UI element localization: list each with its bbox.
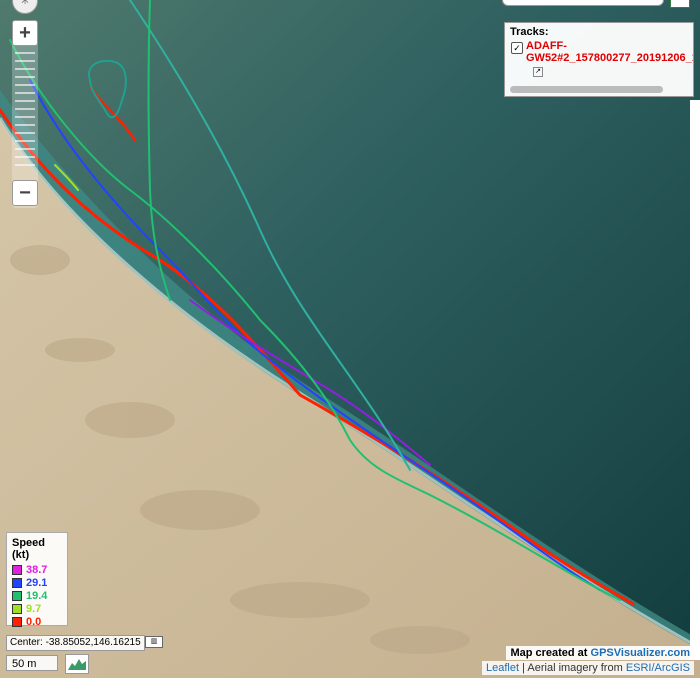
- legend-item: 38.7: [12, 563, 62, 576]
- zoom-level-tick[interactable]: [15, 84, 35, 86]
- layers-button[interactable]: [670, 0, 690, 8]
- track-row[interactable]: ✓ ADAFF- GW52#2_157800277_20191206_1: [510, 40, 693, 64]
- legend-title: Speed (kt): [12, 537, 46, 561]
- legend-item: 19.4: [12, 589, 62, 602]
- zoom-level-tick[interactable]: [15, 124, 35, 126]
- legend-value: 38.7: [26, 563, 48, 576]
- satellite-map[interactable]: [0, 0, 700, 678]
- track-name-line1: ADAFF-: [526, 40, 567, 52]
- zoom-level-tick[interactable]: [15, 100, 35, 102]
- zoom-level-tick[interactable]: [15, 60, 35, 62]
- zoom-level-tick[interactable]: [15, 156, 35, 158]
- external-link-icon[interactable]: ↗: [533, 67, 543, 77]
- legend-swatch: [12, 564, 22, 575]
- credit-prefix: Map created at: [510, 647, 591, 659]
- horizontal-scrollbar[interactable]: [510, 86, 663, 93]
- legend-value: 0.0: [26, 615, 42, 628]
- zoom-level-tick[interactable]: [15, 108, 35, 110]
- legend-item: 29.1: [12, 576, 62, 589]
- zoom-out-button[interactable]: −: [12, 180, 38, 206]
- legend-value: 29.1: [26, 576, 48, 589]
- scale-bar: 50 m: [6, 655, 58, 671]
- attribution-text: | Aerial imagery from: [519, 662, 626, 674]
- legend-item: 9.7: [12, 602, 62, 615]
- track-checkbox[interactable]: ✓: [511, 42, 523, 54]
- speed-legend: Speed (kt) 38.7 29.1 19.4 9.7 0.0: [6, 532, 68, 628]
- map-credit: Map created at GPSVisualizer.com: [506, 646, 694, 660]
- elevation-profile-icon[interactable]: [65, 654, 89, 674]
- zoom-level-tick[interactable]: [15, 52, 35, 54]
- legend-value: 19.4: [26, 589, 48, 602]
- legend-item: 0.0: [12, 615, 62, 628]
- track-name-link[interactable]: ADAFF- GW52#2_157800277_20191206_1: [526, 40, 694, 64]
- zoom-level-tick[interactable]: [15, 140, 35, 142]
- esri-link[interactable]: ESRI/ArcGIS: [626, 662, 690, 674]
- legend-swatch: [12, 590, 22, 601]
- attribution: Leaflet | Aerial imagery from ESRI/ArcGI…: [482, 661, 694, 675]
- zoom-level-tick[interactable]: [15, 132, 35, 134]
- zoom-level-tick[interactable]: [15, 116, 35, 118]
- zoom-level-tick[interactable]: [15, 68, 35, 70]
- center-coordinates: Center: -38.85052,146.16215: [6, 635, 145, 651]
- tracks-panel: Tracks: ✓ ADAFF- GW52#2_157800277_201912…: [504, 22, 694, 97]
- zoom-in-button[interactable]: +: [12, 20, 38, 46]
- leaflet-link[interactable]: Leaflet: [486, 662, 519, 674]
- zoom-level-tick[interactable]: [15, 164, 35, 166]
- legend-swatch: [12, 577, 22, 588]
- legend-swatch: [12, 603, 22, 614]
- ruler-icon[interactable]: ▥: [145, 636, 163, 648]
- zoom-level-tick[interactable]: [15, 92, 35, 94]
- track-name-line2: GW52#2_157800277_20191206_1: [526, 52, 694, 64]
- gpsvisualizer-link[interactable]: GPSVisualizer.com: [591, 647, 690, 659]
- legend-swatch: [12, 616, 22, 627]
- legend-value: 9.7: [26, 602, 42, 615]
- zoom-level-tick[interactable]: [15, 148, 35, 150]
- zoom-level-tick[interactable]: [15, 76, 35, 78]
- tracks-title: Tracks:: [510, 26, 549, 38]
- map-type-select[interactable]: [502, 0, 664, 6]
- map-right-edge: [690, 100, 700, 660]
